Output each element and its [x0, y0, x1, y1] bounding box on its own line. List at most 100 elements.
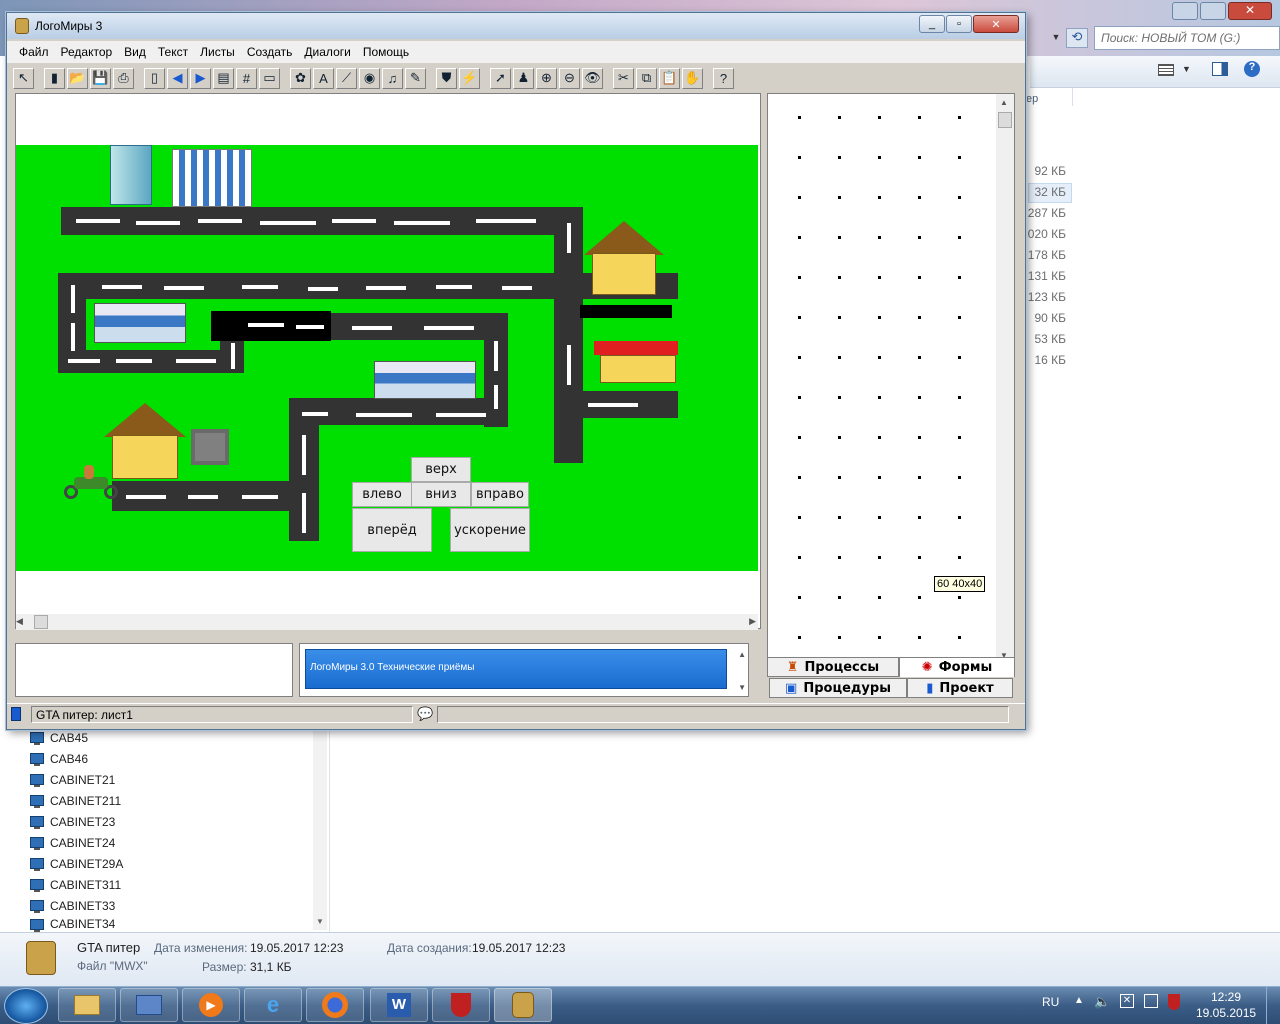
explorer-maximize-button[interactable]: [1200, 2, 1226, 20]
taskbar-shield-button[interactable]: [432, 988, 490, 1022]
paste-icon[interactable]: 📋: [659, 67, 680, 89]
minimize-button[interactable]: _: [919, 15, 945, 33]
menu-help[interactable]: Помощь: [357, 45, 415, 59]
tab-processes[interactable]: ♜ Процессы: [767, 657, 899, 677]
clock-date[interactable]: 19.05.2015: [1196, 1006, 1256, 1020]
turtle-icon[interactable]: ✿: [290, 67, 311, 89]
up-button[interactable]: верх: [411, 457, 471, 482]
menu-sheets[interactable]: Листы: [194, 45, 241, 59]
next-page-icon[interactable]: ▶: [190, 67, 211, 89]
scroll-right-icon[interactable]: ▶: [749, 616, 756, 627]
volume-icon[interactable]: 🔈: [1094, 994, 1110, 1010]
show-desktop-button[interactable]: [1266, 986, 1280, 1024]
maximize-button[interactable]: ▫: [946, 15, 972, 33]
explorer-close-button[interactable]: ✕: [1228, 2, 1272, 20]
taskbar-logomiry-button[interactable]: [494, 988, 552, 1022]
network-computer-item[interactable]: CABINET24: [30, 832, 115, 853]
zoom-in-icon[interactable]: ⊕: [536, 67, 557, 89]
print-icon[interactable]: ⎙: [113, 67, 134, 89]
prev-page-icon[interactable]: ◀: [167, 67, 188, 89]
taskbar-firefox-button[interactable]: [306, 988, 364, 1022]
network-computer-item[interactable]: CABINET29A: [30, 853, 123, 874]
start-button[interactable]: [4, 988, 48, 1024]
column-header-partial[interactable]: ер: [1026, 93, 1038, 105]
network-icon[interactable]: [1144, 994, 1158, 1008]
open-icon[interactable]: 📂: [67, 67, 88, 89]
menu-dialogs[interactable]: Диалоги: [298, 45, 356, 59]
button-tool-icon[interactable]: ◉: [359, 67, 380, 89]
network-computer-item[interactable]: CABINET23: [30, 811, 115, 832]
taskbar-ie-button[interactable]: e: [244, 988, 302, 1022]
scroll-left-icon[interactable]: ◀: [16, 616, 23, 627]
menu-view[interactable]: Вид: [118, 45, 152, 59]
menu-create[interactable]: Создать: [241, 45, 299, 59]
right-button[interactable]: вправо: [471, 482, 529, 507]
cut-icon[interactable]: ✂: [613, 67, 634, 89]
taskbar-media-player-button[interactable]: ▶: [182, 988, 240, 1022]
menu-editor[interactable]: Редактор: [55, 45, 119, 59]
help-icon[interactable]: ?: [713, 67, 734, 89]
down-button[interactable]: вниз: [411, 482, 471, 507]
speech-icon[interactable]: 💬: [417, 706, 433, 722]
layout-icon[interactable]: ▤: [213, 67, 234, 89]
network-computer-item[interactable]: CAB45: [30, 727, 88, 748]
scroll-down-icon[interactable]: ▼: [738, 683, 746, 692]
scroll-thumb[interactable]: [998, 112, 1012, 128]
save-icon[interactable]: 💾: [90, 67, 111, 89]
text-box-icon[interactable]: A: [313, 67, 334, 89]
chevron-down-icon[interactable]: ▼: [1182, 64, 1191, 74]
cursor-icon[interactable]: ↖: [13, 67, 34, 89]
zoom-out-icon[interactable]: ⊖: [559, 67, 580, 89]
eye-icon[interactable]: 👁: [582, 67, 603, 89]
project-icon[interactable]: ▮: [44, 67, 65, 89]
language-indicator[interactable]: RU: [1042, 995, 1059, 1009]
address-dropdown-icon[interactable]: ▼: [1048, 28, 1064, 48]
search-input[interactable]: Поиск: НОВЫЙ ТОМ (G:): [1094, 26, 1280, 50]
network-computer-item[interactable]: CABINET211: [30, 790, 121, 811]
taskbar-app-button[interactable]: [120, 988, 178, 1022]
command-center[interactable]: [15, 643, 293, 697]
scroll-up-icon[interactable]: ▲: [738, 650, 746, 659]
tab-forms[interactable]: ✺ Формы: [899, 657, 1015, 677]
frame-icon[interactable]: ▭: [259, 67, 280, 89]
accelerate-button[interactable]: ускорение: [450, 508, 530, 552]
scroll-down-icon[interactable]: ▼: [316, 917, 324, 926]
view-options-icon[interactable]: [1158, 64, 1174, 76]
network-computer-item[interactable]: CAB46: [30, 748, 88, 769]
preview-pane-icon[interactable]: [1212, 62, 1228, 76]
explorer-minimize-button[interactable]: [1172, 2, 1198, 20]
tab-procedures[interactable]: ▣ Процедуры: [769, 678, 907, 698]
grid-icon[interactable]: #: [236, 67, 257, 89]
scroll-up-icon[interactable]: ▲: [1000, 98, 1008, 107]
forward-button[interactable]: вперёд: [352, 508, 432, 552]
menu-file[interactable]: Файл: [13, 45, 55, 59]
taskbar-explorer-button[interactable]: [58, 988, 116, 1022]
taskbar-word-button[interactable]: W: [370, 988, 428, 1022]
nav-scrollbar[interactable]: ▼: [313, 730, 327, 930]
left-button[interactable]: влево: [352, 482, 412, 507]
brush-icon[interactable]: ✎: [405, 67, 426, 89]
vertical-scrollbar[interactable]: ▲ ▼: [996, 94, 1014, 662]
antivirus-tray-icon[interactable]: [1168, 994, 1180, 1010]
stamp-turtle-icon[interactable]: ♟: [513, 67, 534, 89]
tab-project[interactable]: ▮ Проект: [907, 678, 1013, 698]
game-field[interactable]: верх влево вниз вправо вперёд ускорение: [16, 145, 758, 571]
lightning-icon[interactable]: ⚡: [459, 67, 480, 89]
stamp-icon[interactable]: ⛊: [436, 67, 457, 89]
shapes-pane[interactable]: ▲ ▼ 60 40x40: [767, 93, 1015, 663]
network-computer-item[interactable]: CABINET34: [30, 916, 115, 932]
close-button[interactable]: ✕: [973, 15, 1019, 33]
show-hidden-icons-icon[interactable]: ▲: [1074, 995, 1084, 1006]
action-center-icon[interactable]: ✕: [1120, 994, 1134, 1008]
horizontal-scrollbar[interactable]: ◀ ▶: [16, 614, 758, 630]
new-page-icon[interactable]: ▯: [144, 67, 165, 89]
copy-icon[interactable]: ⧉: [636, 67, 657, 89]
stop-icon[interactable]: ✋: [682, 67, 703, 89]
music-icon[interactable]: ♫: [382, 67, 403, 89]
network-computer-item[interactable]: CABINET311: [30, 874, 121, 895]
window-titlebar[interactable]: ЛогоМиры 3: [7, 13, 1025, 39]
help-icon[interactable]: ?: [1244, 61, 1260, 77]
scroll-thumb[interactable]: [34, 615, 48, 629]
pointer-icon[interactable]: ➚: [490, 67, 511, 89]
menu-text[interactable]: Текст: [152, 45, 194, 59]
